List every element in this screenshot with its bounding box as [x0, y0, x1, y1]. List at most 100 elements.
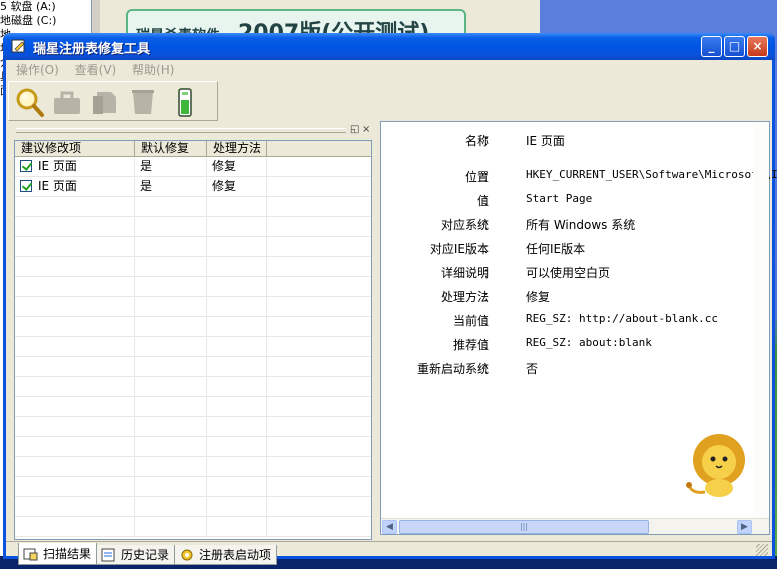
detail-key: 对应IE版本	[429, 242, 489, 256]
detail-row: 值： Start Page	[381, 192, 771, 208]
detail-separator: ：	[483, 134, 496, 148]
detail-separator: ：	[483, 362, 496, 376]
horizontal-scrollbar[interactable]: ◀ ||| ▶	[381, 518, 769, 534]
detail-separator: ：	[483, 290, 496, 304]
empty-cell	[135, 317, 207, 336]
row-checkbox[interactable]	[20, 160, 32, 172]
empty-table-row	[15, 497, 371, 517]
table-row[interactable]: IE 页面 是 修复	[15, 177, 371, 197]
window-title: 瑞星注册表修复工具	[33, 42, 151, 57]
detail-value: 所有 Windows 系统	[526, 218, 636, 232]
empty-cell	[207, 437, 267, 456]
column-header-default-fix[interactable]: 默认修复	[135, 141, 207, 156]
empty-cell	[207, 457, 267, 476]
detail-separator: ：	[483, 314, 496, 328]
status-bar	[6, 541, 772, 557]
detail-separator: ：	[483, 170, 496, 184]
column-header-method[interactable]: 处理方法	[207, 141, 267, 156]
empty-cell	[15, 297, 135, 316]
resize-grip-icon[interactable]	[756, 544, 768, 556]
menu-bar: 操作(O) 查看(V) 帮助(H)	[6, 60, 772, 80]
close-button[interactable]: ×	[747, 36, 768, 57]
empty-cell	[135, 417, 207, 436]
scroll-left-icon[interactable]: ◀	[382, 520, 397, 534]
empty-cell	[207, 257, 267, 276]
detail-row: 处理方法： 修复	[381, 288, 771, 304]
empty-cell	[15, 337, 135, 356]
empty-cell	[15, 417, 135, 436]
row-default-cell: 是	[135, 177, 207, 196]
menu-operation[interactable]: 操作(O)	[16, 60, 59, 80]
empty-table-row	[15, 517, 371, 537]
empty-cell	[135, 377, 207, 396]
row-checkbox[interactable]	[20, 180, 32, 192]
empty-table-row	[15, 297, 371, 317]
empty-cell	[135, 497, 207, 516]
empty-table-row	[15, 397, 371, 417]
row-method-cell: 修复	[207, 157, 267, 176]
title-bar[interactable]: 瑞星注册表修复工具 _ □ ×	[3, 33, 775, 60]
table-row[interactable]: IE 页面 是 修复	[15, 157, 371, 177]
detail-separator: ：	[483, 242, 496, 256]
empty-cell	[135, 197, 207, 216]
detail-separator: ：	[483, 338, 496, 352]
empty-cell	[15, 237, 135, 256]
row-item-cell: IE 页面	[15, 177, 135, 196]
detail-value: 可以使用空白页	[526, 266, 611, 280]
empty-cell	[15, 377, 135, 396]
detail-row: 推荐值： REG_SZ: about:blank	[381, 336, 771, 352]
app-logo-icon	[11, 39, 25, 53]
empty-cell	[207, 517, 267, 536]
table-header: 建议修改项 默认修复 处理方法	[15, 141, 371, 157]
empty-cell	[135, 457, 207, 476]
empty-cell	[15, 497, 135, 516]
empty-cell	[15, 317, 135, 336]
left-results-pane: ◱ × 建议修改项 默认修复 处理方法 IE 页面 是 修复 IE 页面 是 修…	[10, 124, 372, 565]
empty-table-row	[15, 217, 371, 237]
detail-row: 详细说明： 可以使用空白页	[381, 264, 771, 280]
scroll-thumb[interactable]: |||	[399, 520, 649, 534]
empty-rows	[15, 197, 371, 537]
battery-icon[interactable]	[169, 86, 201, 118]
empty-cell	[207, 297, 267, 316]
empty-cell	[15, 457, 135, 476]
detail-key: 重新启动系统	[416, 362, 489, 376]
empty-cell	[207, 417, 267, 436]
detail-separator: ：	[483, 266, 496, 280]
empty-cell	[135, 337, 207, 356]
toolbox-icon[interactable]	[51, 86, 83, 118]
explorer-row: 5 软盘 (A:)	[0, 0, 56, 13]
detail-row: 对应系统： 所有 Windows 系统	[381, 216, 771, 232]
toolbar	[8, 81, 218, 121]
empty-table-row	[15, 477, 371, 497]
maximize-button[interactable]: □	[724, 36, 745, 57]
copy-icon[interactable]	[89, 86, 121, 118]
empty-cell	[135, 257, 207, 276]
detail-separator: ：	[483, 218, 496, 232]
suggestion-table: 建议修改项 默认修复 处理方法 IE 页面 是 修复 IE 页面 是 修复	[14, 140, 372, 540]
trash-icon[interactable]	[127, 86, 159, 118]
pane-gripper[interactable]	[16, 128, 346, 133]
detail-key: 详细说明	[440, 266, 489, 280]
detail-value: 修复	[526, 290, 551, 304]
detail-key: 对应系统	[440, 218, 489, 232]
empty-cell	[15, 257, 135, 276]
row-default-cell: 是	[135, 157, 207, 176]
empty-cell	[207, 197, 267, 216]
menu-view[interactable]: 查看(V)	[75, 60, 117, 80]
magnifier-icon[interactable]	[13, 86, 45, 118]
detail-row: 重新启动系统： 否	[381, 360, 771, 376]
close-pane-icon[interactable]: ×	[362, 124, 370, 135]
vertical-scrollbar[interactable]	[753, 122, 769, 518]
detail-row: 对应IE版本： 任何IE版本	[381, 240, 771, 256]
empty-table-row	[15, 417, 371, 437]
scroll-right-icon[interactable]: ▶	[737, 520, 752, 534]
minimize-button[interactable]: _	[701, 36, 722, 57]
float-pane-icon[interactable]: ◱	[350, 124, 359, 135]
empty-table-row	[15, 357, 371, 377]
empty-cell	[207, 497, 267, 516]
menu-help[interactable]: 帮助(H)	[132, 60, 174, 80]
row-item-label: IE 页面	[38, 159, 77, 173]
detail-row: 当前值： REG_SZ: http://about-blank.cc	[381, 312, 771, 328]
column-header-suggestion[interactable]: 建议修改项	[15, 141, 135, 156]
